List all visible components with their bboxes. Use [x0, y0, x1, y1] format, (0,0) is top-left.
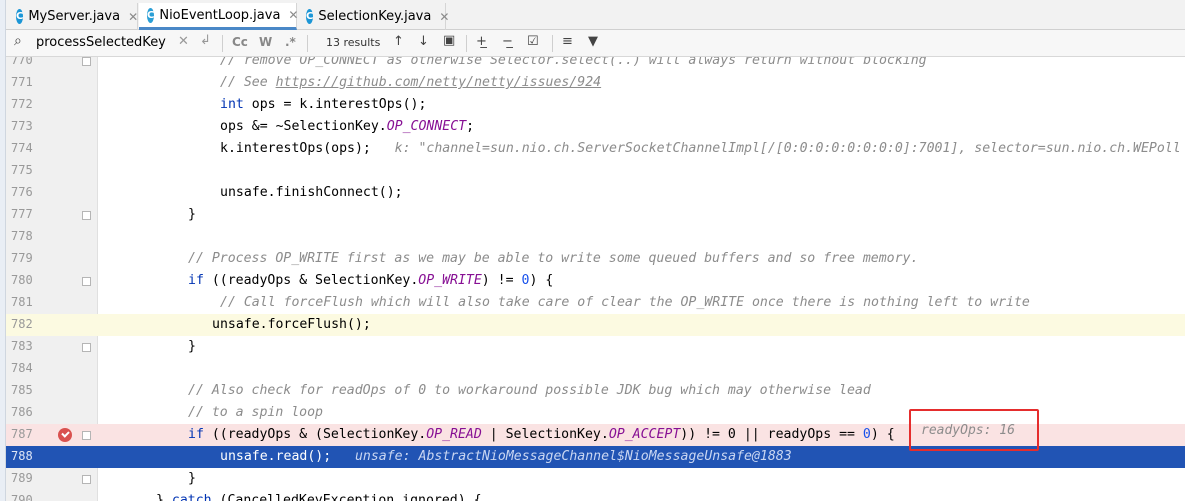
fold-marker-icon[interactable]: [82, 475, 91, 484]
line-number[interactable]: 788: [11, 449, 37, 463]
line-number[interactable]: 779: [11, 251, 37, 265]
code-text: k.interestOps(ops); k: "channel=sun.nio.…: [220, 141, 1181, 156]
code-line[interactable]: 776 unsafe.finishConnect();: [0, 182, 1185, 204]
in-selection-icon[interactable]: ≡: [562, 34, 573, 49]
code-text: // to a spin loop: [188, 405, 323, 420]
code-text: if ((readyOps & SelectionKey.OP_WRITE) !…: [188, 273, 554, 288]
line-number[interactable]: 781: [11, 295, 37, 309]
line-number[interactable]: 776: [11, 185, 37, 199]
code-line[interactable]: 784: [0, 358, 1185, 380]
fold-marker-icon[interactable]: [82, 277, 91, 286]
line-number[interactable]: 775: [11, 163, 37, 177]
code-line[interactable]: 789}: [0, 468, 1185, 490]
code-line[interactable]: 781 // Call forceFlush which will also ta…: [0, 292, 1185, 314]
tab-label: SelectionKey.java: [318, 9, 432, 24]
close-icon[interactable]: ✕: [439, 10, 449, 24]
left-tool-strip[interactable]: [0, 0, 6, 501]
regex-button[interactable]: .*: [285, 35, 296, 49]
code-text: unsafe.finishConnect();: [220, 185, 403, 200]
line-number[interactable]: 790: [11, 493, 37, 501]
code-line[interactable]: 777}: [0, 204, 1185, 226]
line-number[interactable]: 771: [11, 75, 37, 89]
line-number[interactable]: 784: [11, 361, 37, 375]
editor-tabs: C MyServer.java ✕ C NioEventLoop.java ✕ …: [0, 0, 1185, 30]
breakpoint-icon[interactable]: [58, 428, 72, 442]
code-text: } catch (CancelledKeyException ignored) …: [156, 493, 482, 501]
close-icon[interactable]: ✕: [288, 8, 298, 22]
code-text: unsafe.read(); unsafe: AbstractNioMessag…: [220, 449, 792, 464]
code-text: if ((readyOps & (SelectionKey.OP_READ | …: [188, 427, 895, 442]
line-number[interactable]: 780: [11, 273, 37, 287]
code-text: // remove OP_CONNECT as otherwise Select…: [220, 57, 927, 68]
code-text: // Also check for readOps of 0 to workar…: [188, 383, 871, 398]
add-occurrence-icon[interactable]: +̲: [476, 34, 487, 49]
history-icon[interactable]: ↲: [200, 33, 211, 48]
fold-marker-icon[interactable]: [82, 211, 91, 220]
code-line[interactable]: 782 unsafe.forceFlush();: [0, 314, 1185, 336]
find-bar: ⌕ processSelectedKey ✕ ↲ Cc W .* 13 resu…: [0, 30, 1185, 57]
fold-marker-icon[interactable]: [82, 57, 91, 66]
code-line[interactable]: 772 int ops = k.interestOps();: [0, 94, 1185, 116]
line-number[interactable]: 772: [11, 97, 37, 111]
tab-label: NioEventLoop.java: [159, 7, 281, 23]
java-class-icon: C: [147, 7, 155, 23]
select-all-occurrences-icon[interactable]: ▣: [443, 33, 455, 48]
line-number[interactable]: 783: [11, 339, 37, 353]
fold-marker-icon[interactable]: [82, 343, 91, 352]
java-class-icon: C: [306, 9, 314, 24]
tab-myserver[interactable]: C MyServer.java ✕: [8, 3, 138, 30]
tab-selectionkey[interactable]: C SelectionKey.java ✕: [298, 3, 449, 30]
code-line[interactable]: 783}: [0, 336, 1185, 358]
code-text: }: [188, 339, 196, 354]
remove-occurrence-icon[interactable]: −̲: [502, 34, 513, 49]
select-all-icon[interactable]: ☑: [527, 34, 539, 49]
code-editor[interactable]: 770 // remove OP_CONNECT as otherwise Sel…: [0, 57, 1185, 501]
code-line[interactable]: 778: [0, 226, 1185, 248]
code-line[interactable]: 774 k.interestOps(ops); k: "channel=sun.n…: [0, 138, 1185, 160]
clear-icon[interactable]: ✕: [178, 34, 189, 49]
code-text: int ops = k.interestOps();: [220, 97, 427, 112]
line-number[interactable]: 778: [11, 229, 37, 243]
close-icon[interactable]: ✕: [128, 10, 138, 24]
line-number[interactable]: 773: [11, 119, 37, 133]
line-number[interactable]: 786: [11, 405, 37, 419]
code-line[interactable]: 773 ops &= ~SelectionKey.OP_CONNECT;: [0, 116, 1185, 138]
code-line[interactable]: 779 // Process OP_WRITE first as we may b…: [0, 248, 1185, 270]
line-number[interactable]: 777: [11, 207, 37, 221]
arrow-up-icon[interactable]: ↑: [393, 34, 404, 49]
match-case-button[interactable]: Cc: [232, 35, 248, 49]
line-number[interactable]: 774: [11, 141, 37, 155]
line-number[interactable]: 782: [11, 317, 37, 331]
tab-nioeventloop[interactable]: C NioEventLoop.java ✕: [139, 3, 298, 30]
fold-marker-icon[interactable]: [82, 431, 91, 440]
code-line[interactable]: 770 // remove OP_CONNECT as otherwise Sel…: [0, 57, 1185, 72]
tab-label: MyServer.java: [28, 9, 121, 24]
code-text: // Process OP_WRITE first as we may be a…: [188, 251, 919, 266]
code-text: }: [188, 471, 196, 486]
line-number[interactable]: 789: [11, 471, 37, 485]
search-icon[interactable]: ⌕: [14, 33, 22, 49]
java-class-icon: C: [16, 9, 24, 24]
code-text: ops &= ~SelectionKey.OP_CONNECT;: [220, 119, 475, 134]
line-number[interactable]: 787: [11, 427, 37, 441]
arrow-down-icon[interactable]: ↓: [418, 34, 429, 49]
line-number[interactable]: 770: [11, 57, 37, 67]
line-number[interactable]: 785: [11, 383, 37, 397]
code-line[interactable]: 790 } catch (CancelledKeyException ignore…: [0, 490, 1185, 501]
code-text: // See https://github.com/netty/netty/is…: [220, 75, 602, 90]
results-count: 13 results: [326, 36, 381, 49]
code-line[interactable]: 771 // See https://github.com/netty/netty…: [0, 72, 1185, 94]
whole-words-button[interactable]: W: [259, 35, 272, 49]
filter-icon[interactable]: ▼: [588, 34, 598, 49]
code-text: unsafe.forceFlush();: [212, 317, 371, 332]
inline-debug-value: readyOps: 16: [921, 423, 1015, 438]
code-line[interactable]: 780 if ((readyOps & SelectionKey.OP_WRITE…: [0, 270, 1185, 292]
code-text: // Call forceFlush which will also take …: [220, 295, 1030, 310]
code-line[interactable]: 775: [0, 160, 1185, 182]
code-text: }: [188, 207, 196, 222]
search-input[interactable]: processSelectedKey: [36, 35, 166, 50]
code-line[interactable]: 785 // Also check for readOps of 0 to wor…: [0, 380, 1185, 402]
